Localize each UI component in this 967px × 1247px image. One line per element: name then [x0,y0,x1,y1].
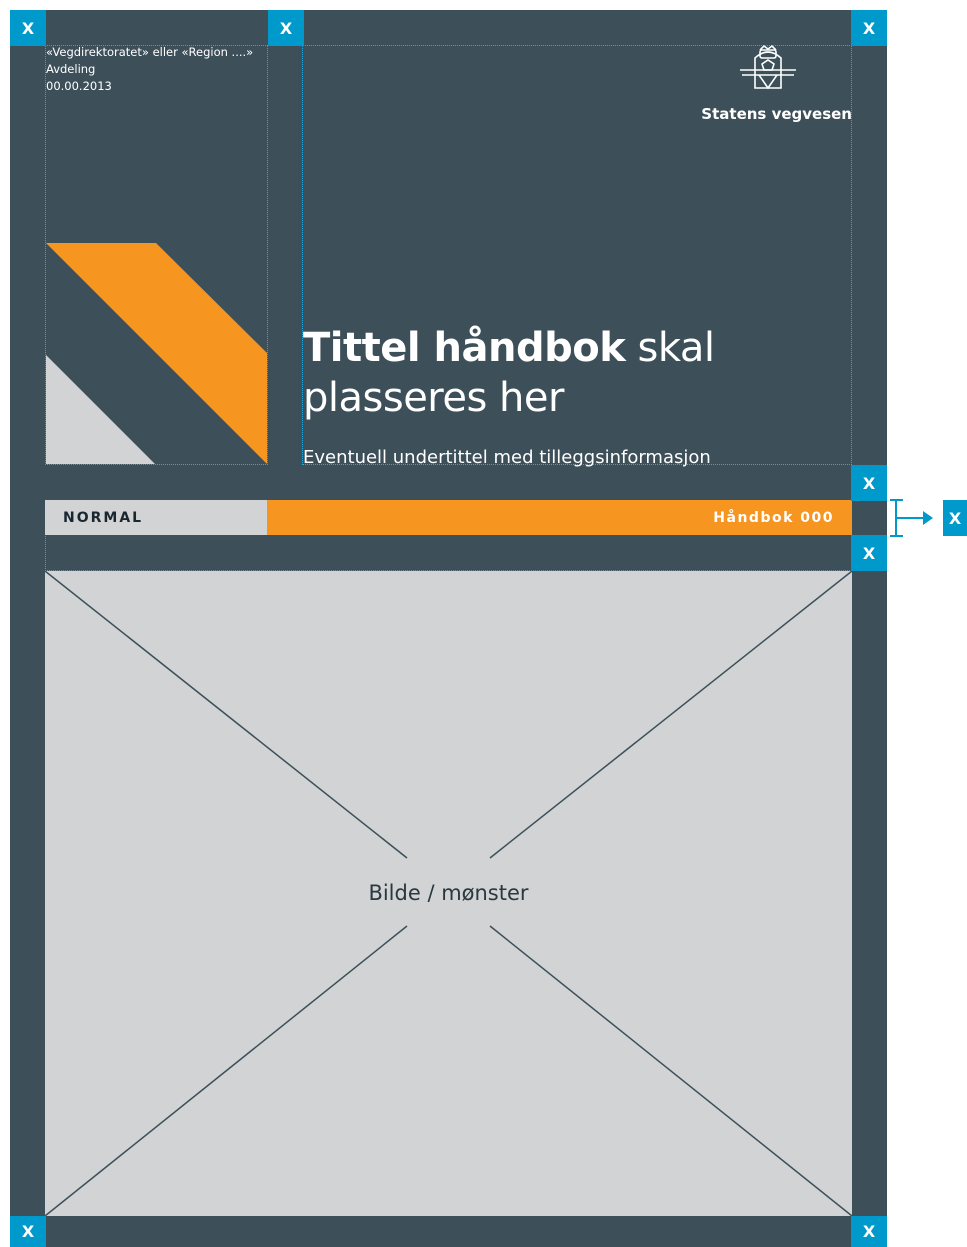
image-placeholder: Bilde / mønster [45,571,852,1216]
margin-marker-bottom-left: X [10,1216,46,1247]
band-left-label: NORMAL [63,509,144,526]
title-bold: Tittel håndbok [303,325,626,371]
margin-marker-top-gutter: X [268,10,304,46]
grey-triangle [46,355,155,464]
department-text: Avdeling [46,62,96,76]
crown-shield-logo-icon [738,44,798,100]
date-text: 00.00.2013 [46,79,112,93]
margin-marker-above-band: X [851,465,887,501]
margin-marker-top-right: X [851,10,887,46]
bleed-arrow-icon [890,499,933,537]
margin-marker-bottom-right: X [851,1216,887,1247]
band-right: Håndbok 000 [267,500,852,535]
organization-text: «Vegdirektoratet» eller «Region ....» [46,45,254,59]
brand-name: Statens vegvesen [701,105,852,123]
page-title: Tittel håndbok skal plasseres her [303,323,848,423]
subtitle: Eventuell undertittel med tilleggsinform… [303,447,711,468]
bleed-marker: X [943,500,967,536]
margin-marker-top-left: X [10,10,46,46]
band-left: NORMAL [45,500,267,535]
title-light-line2: plasseres her [303,375,564,421]
header-meta: «Vegdirektoratet» eller «Region ....» Av… [46,44,253,95]
title-light-line1: skal [625,325,715,371]
image-placeholder-label: Bilde / mønster [368,881,529,905]
band-right-label: Håndbok 000 [713,509,834,526]
diagonal-stripe-graphic [46,243,267,464]
margin-marker-below-band: X [851,535,887,571]
